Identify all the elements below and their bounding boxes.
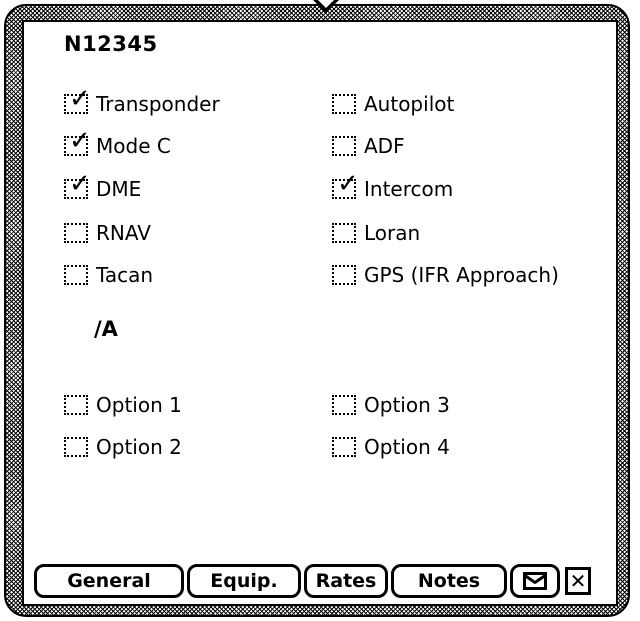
- equipment-suffix: /A: [94, 317, 118, 341]
- checkmark-icon: ✓: [69, 169, 91, 199]
- checkbox-label: Option 4: [364, 435, 450, 459]
- tail-number: N12345: [64, 32, 158, 56]
- checkbox-adf[interactable]: ADF: [332, 131, 405, 161]
- checkbox-label: RNAV: [96, 221, 151, 245]
- checkbox-label: GPS (IFR Approach): [364, 263, 559, 287]
- checkbox-label: DME: [96, 177, 142, 201]
- checkbox-box[interactable]: [332, 265, 356, 285]
- checkbox-box[interactable]: [64, 223, 88, 243]
- checkbox-transponder[interactable]: ✓ Transponder: [64, 86, 220, 119]
- tab-general[interactable]: General: [34, 564, 184, 598]
- checkbox-autopilot[interactable]: Autopilot: [332, 89, 454, 119]
- checkbox-mode-c[interactable]: ✓ Mode C: [64, 128, 171, 161]
- checkbox-label: Option 1: [96, 393, 182, 417]
- mail-button[interactable]: [510, 564, 560, 598]
- checkbox-box[interactable]: [64, 437, 88, 457]
- tab-bar: General Equip. Rates Notes ✕: [34, 562, 591, 600]
- checkbox-box[interactable]: ✓: [64, 128, 91, 156]
- checkbox-box[interactable]: [332, 437, 356, 457]
- checkbox-box[interactable]: [332, 395, 356, 415]
- checkbox-option-4[interactable]: Option 4: [332, 432, 450, 462]
- checkbox-box[interactable]: [64, 265, 88, 285]
- close-button[interactable]: ✕: [565, 567, 591, 595]
- tab-rates[interactable]: Rates: [304, 564, 388, 598]
- checkbox-box[interactable]: [64, 395, 88, 415]
- checkbox-loran[interactable]: Loran: [332, 218, 420, 248]
- checkbox-rnav[interactable]: RNAV: [64, 218, 151, 248]
- checkbox-label: Tacan: [96, 263, 154, 287]
- tab-equip[interactable]: Equip.: [187, 564, 301, 598]
- tab-notes[interactable]: Notes: [391, 564, 507, 598]
- checkbox-box[interactable]: [332, 94, 356, 114]
- checkbox-box[interactable]: ✓: [64, 86, 91, 114]
- checkbox-label: Option 3: [364, 393, 450, 417]
- checkbox-dme[interactable]: ✓ DME: [64, 171, 142, 204]
- checkbox-option-2[interactable]: Option 2: [64, 432, 182, 462]
- checkbox-option-3[interactable]: Option 3: [332, 390, 450, 420]
- checkbox-box[interactable]: [332, 223, 356, 243]
- checkbox-label: Autopilot: [364, 92, 455, 116]
- checkbox-box[interactable]: ✓: [64, 171, 91, 199]
- checkbox-box[interactable]: ✓: [332, 171, 359, 199]
- checkbox-option-1[interactable]: Option 1: [64, 390, 182, 420]
- checkmark-icon: ✓: [337, 169, 359, 199]
- envelope-icon: [523, 572, 547, 590]
- checkbox-label: Loran: [364, 221, 421, 245]
- checkbox-gps-ifr-approach[interactable]: GPS (IFR Approach): [332, 260, 559, 290]
- checkbox-label: Mode C: [96, 134, 171, 158]
- checkbox-intercom[interactable]: ✓ Intercom: [332, 171, 454, 204]
- checkmark-icon: ✓: [69, 84, 91, 114]
- checkmark-icon: ✓: [69, 126, 91, 156]
- checkbox-label: Option 2: [96, 435, 182, 459]
- checkbox-label: Intercom: [364, 177, 454, 201]
- checkbox-label: ADF: [364, 134, 405, 158]
- checkbox-box[interactable]: [332, 136, 356, 156]
- checkbox-tacan[interactable]: Tacan: [64, 260, 153, 290]
- checkbox-label: Transponder: [96, 92, 220, 116]
